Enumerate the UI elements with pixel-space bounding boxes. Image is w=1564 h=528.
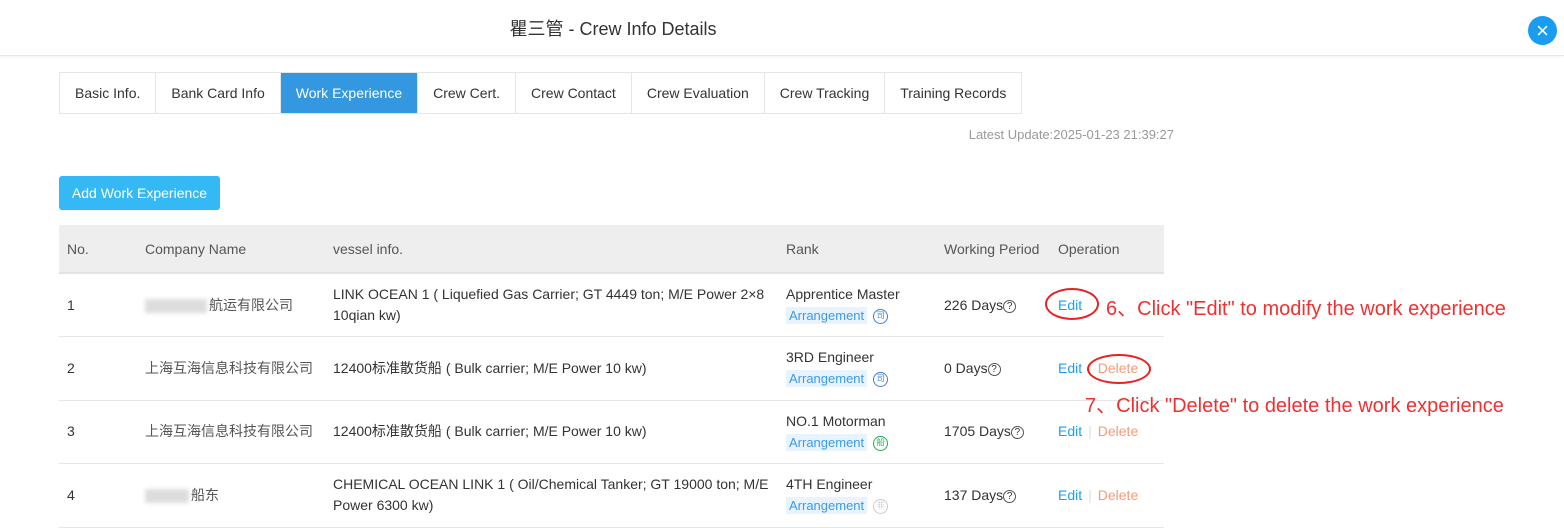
status-icon: 非 [873,499,889,515]
column-header: vessel info. [325,225,778,274]
delete-button[interactable]: Delete [1098,487,1138,503]
close-icon: × [1536,17,1549,43]
add-work-experience-button[interactable]: Add Work Experience [59,176,220,210]
company-text: 船东 [191,486,219,503]
period-text: 1705 Days [944,423,1011,440]
operation: Edit | Delete [1050,463,1164,528]
help-icon[interactable]: ? [1003,489,1017,503]
arrangement-tag[interactable]: Arrangement [786,433,868,451]
rank: NO.1 Motorman Arrangement 船 [778,400,936,464]
tab-crew-cert[interactable]: Crew Cert. [418,73,517,113]
help-icon[interactable]: ? [1010,426,1024,440]
vessel-info: CHEMICAL OCEAN LINK 1 ( Oil/Chemical Tan… [325,463,778,528]
arrangement-tag[interactable]: Arrangement [786,497,868,515]
status-icon: 司 [873,308,889,324]
row-no: 4 [59,463,137,528]
column-header: Working Period [936,225,1050,274]
tab-basic-info[interactable]: Basic Info. [60,73,157,113]
company-text: 上海互海信息科技有限公司 [145,359,313,376]
company-name: 上海互海信息科技有限公司 [137,400,325,464]
annotation-delete: 7、Click "Delete" to delete the work expe… [1085,395,1504,417]
arrangement-tag[interactable]: Arrangement [786,370,868,388]
working-period: 137 Days? [936,463,1050,528]
period-text: 0 Days [944,359,988,376]
divider: | [1088,486,1092,503]
tab-training-records[interactable]: Training Records [885,73,1021,113]
help-icon[interactable]: ? [1003,299,1017,313]
rank: Apprentice Master Arrangement 司 [778,273,936,337]
tab-work-experience[interactable]: Work Experience [280,73,419,113]
row-no: 1 [59,273,137,337]
delete-button[interactable]: Delete [1098,423,1138,439]
rank: 3RD Engineer Arrangement 司 [778,336,936,401]
work-experience-table: No. Company Name vessel info. Rank Working P… [59,225,1164,528]
page-title: 瞿三管 - Crew Info Details [509,19,717,39]
working-period: 0 Days? [936,336,1050,401]
annotation-edit: 6、Click "Edit" to modify the work experi… [1106,298,1506,320]
column-header: Rank [778,225,936,274]
rank: 4TH Engineer Arrangement 非 [778,463,936,528]
rank-text: Apprentice Master [786,286,900,302]
period-text: 226 Days [944,296,1004,313]
rank-text: 3RD Engineer [786,349,874,366]
annotation-edit-circle [1045,288,1099,320]
working-period: 226 Days? [936,273,1050,337]
company-text: 航运有限公司 [209,296,293,313]
tab-bank-card-info[interactable]: Bank Card Info [156,73,281,113]
period-text: 137 Days [944,486,1004,503]
column-header: Operation [1050,225,1164,274]
company-name: 上海互海信息科技有限公司 [137,336,325,401]
status-icon: 司 [873,372,889,388]
row-no: 2 [59,336,137,401]
table-row: 3 上海互海信息科技有限公司 12400标准散货船 ( Bulk carrier… [59,400,1164,464]
company-text: 上海互海信息科技有限公司 [145,423,313,440]
rank-text: 4TH Engineer [786,476,873,493]
edit-button[interactable]: Edit [1058,487,1082,503]
vessel-info: 12400标准散货船 ( Bulk carrier; M/E Power 10 … [325,336,778,401]
working-period: 1705 Days? [936,400,1050,464]
divider: | [1088,423,1092,440]
tab-crew-evaluation[interactable]: Crew Evaluation [632,73,765,113]
latest-update: Latest Update:2025-01-23 21:39:27 [968,127,1174,142]
table-row: 2 上海互海信息科技有限公司 12400标准散货船 ( Bulk carrier… [59,336,1164,401]
vessel-info: 12400标准散货船 ( Bulk carrier; M/E Power 10 … [325,400,778,464]
redacted-text [145,489,189,504]
dialog-header: 瞿三管 - Crew Info Details × [0,0,1564,56]
status-icon: 船 [873,435,889,451]
help-icon[interactable]: ? [987,362,1001,376]
redacted-text [145,298,207,313]
edit-button[interactable]: Edit [1058,360,1082,376]
column-header: No. [59,225,137,274]
close-button[interactable]: × [1528,16,1557,45]
tab-crew-tracking[interactable]: Crew Tracking [765,73,886,113]
vessel-info: LINK OCEAN 1 ( Liquefied Gas Carrier; GT… [325,273,778,337]
table-row: 1 航运有限公司 LINK OCEAN 1 ( Liquefied Gas Ca… [59,273,1164,337]
company-name: 船东 [137,463,325,528]
arrangement-tag[interactable]: Arrangement [786,307,868,324]
annotation-delete-circle [1087,354,1151,384]
column-header: Company Name [137,225,325,274]
edit-button[interactable]: Edit [1058,423,1082,439]
tab-bar: Basic Info. Bank Card Info Work Experience… [59,72,1023,114]
row-no: 3 [59,400,137,464]
company-name: 航运有限公司 [137,273,325,337]
rank-text: NO.1 Motorman [786,412,886,429]
tab-crew-contact[interactable]: Crew Contact [516,73,632,113]
table-row: 4 船东 CHEMICAL OCEAN LINK 1 ( Oil/Chemica… [59,463,1164,528]
